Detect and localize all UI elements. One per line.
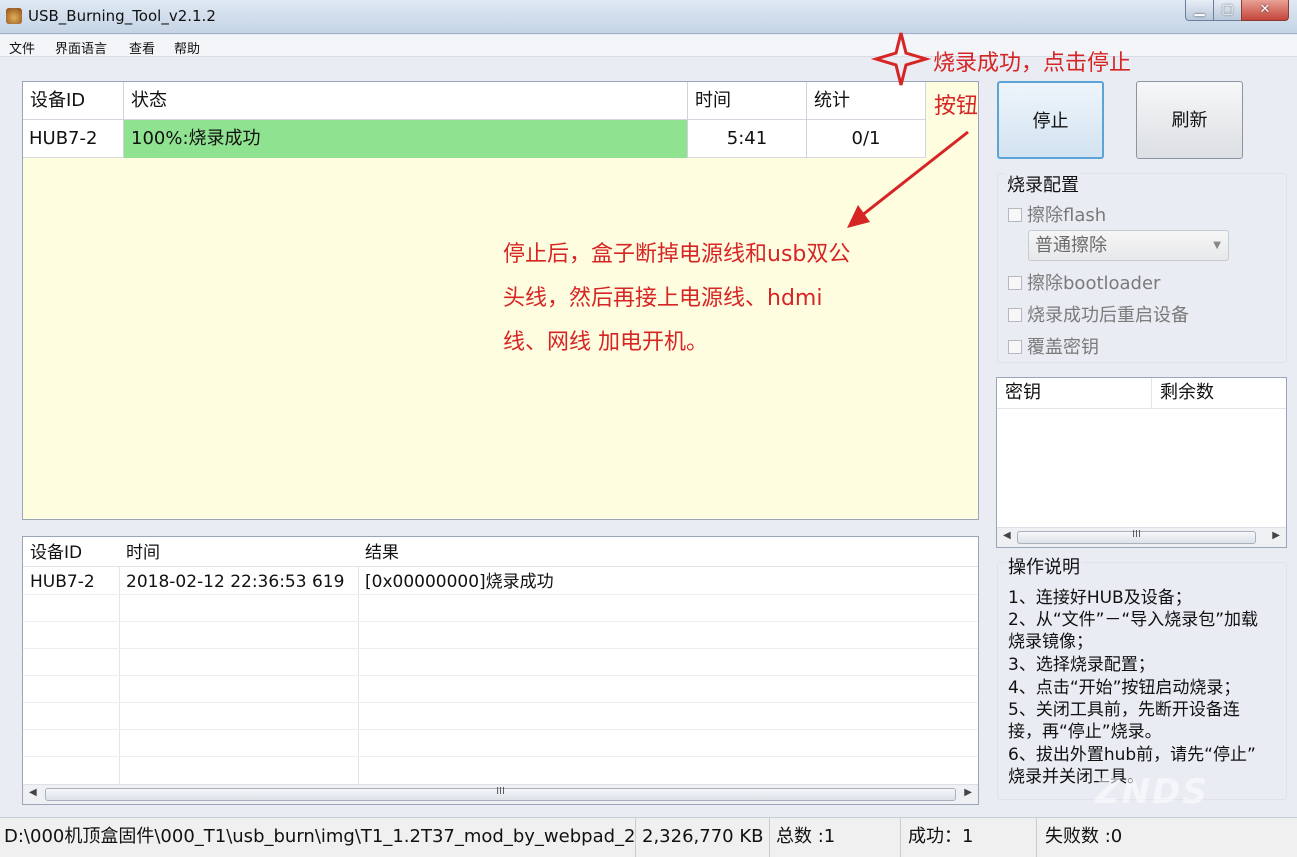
annotation-top: 烧录成功，点击停止 (933, 51, 1132, 76)
annotation-body: 线、网线 加电开机。 (503, 330, 708, 355)
device-grid[interactable]: 设备ID 状态 时间 统计 HUB7-2 100%:烧录成功 5:41 0/1 (22, 81, 979, 520)
status-total: 总数 :1 (770, 818, 901, 857)
overwrite-key-checkbox[interactable]: 覆盖密钥 (1008, 333, 1099, 359)
scroll-thumb[interactable]: III (1017, 529, 1256, 544)
header-device-id[interactable]: 设备ID (23, 82, 124, 120)
stop-button[interactable]: 停止 (997, 81, 1104, 159)
erase-mode-select[interactable]: 普通擦除 ▼ (1028, 230, 1229, 261)
log-time-cell: 2018-02-12 22:36:53 619 (126, 572, 345, 592)
scroll-right-icon[interactable]: ▶ (1272, 530, 1280, 541)
watermark-logo: ZNDS (1095, 772, 1209, 812)
device-id-cell: HUB7-2 (23, 120, 124, 158)
device-row[interactable]: HUB7-2 100%:烧录成功 5:41 0/1 (23, 120, 926, 158)
grip-icon: III (496, 786, 505, 797)
chevron-down-icon: ▼ (1213, 240, 1221, 251)
annotation-top-2: 按钮 (934, 94, 979, 119)
status-path: D:\000机顶盒固件\000_T1\usb_burn\img\T1_1.2T3… (0, 818, 636, 857)
menu-view[interactable]: 查看 (129, 38, 155, 57)
annotation-body: 头线，然后再接上电源线、hdmi (503, 286, 823, 311)
reboot-after-label: 烧录成功后重启设备 (1027, 305, 1189, 326)
erase-flash-label: 擦除flash (1027, 205, 1107, 226)
instruction-line: 烧录镜像； (1008, 632, 1093, 652)
log-device-id-cell: HUB7-2 (30, 572, 95, 592)
key-list-scrollbar[interactable]: ◀ III ▶ (997, 527, 1286, 547)
menu-file[interactable]: 文件 (9, 38, 35, 57)
status-failed: 失败数 :0 (1045, 826, 1123, 847)
grip-icon: III (1132, 529, 1141, 540)
log-scrollbar[interactable]: ◀ III ▶ (23, 784, 978, 804)
key-list[interactable]: 密钥 剩余数 ◀ III ▶ (996, 377, 1287, 548)
window-title: USB_Burning_Tool_v2.1.2 (28, 7, 216, 25)
scroll-left-icon[interactable]: ◀ (1003, 530, 1011, 541)
reboot-after-checkbox[interactable]: 烧录成功后重启设备 (1008, 301, 1189, 327)
refresh-button[interactable]: 刷新 (1136, 81, 1243, 159)
log-header-time[interactable]: 时间 (119, 537, 160, 567)
row-divider (23, 621, 978, 622)
close-icon: ✕ (1259, 2, 1271, 17)
header-count[interactable]: 统计 (807, 82, 926, 120)
key-list-divider (997, 408, 1286, 409)
row-divider (23, 756, 978, 757)
status-size: 2,326,770 KB (636, 818, 770, 857)
checkbox-icon (1008, 208, 1022, 222)
app-icon (6, 8, 22, 24)
close-button[interactable]: ✕ (1241, 0, 1289, 21)
scroll-left-icon[interactable]: ◀ (29, 787, 37, 798)
status-bar: D:\000机顶盒固件\000_T1\usb_burn\img\T1_1.2T3… (0, 817, 1297, 857)
row-divider (23, 648, 978, 649)
minimize-icon: ▁ (1194, 2, 1205, 17)
count-cell: 0/1 (807, 120, 926, 158)
erase-mode-value: 普通擦除 (1035, 235, 1107, 256)
title-bar: USB_Burning_Tool_v2.1.2 ▁ ▢ ✕ (0, 0, 1297, 34)
header-status[interactable]: 状态 (124, 82, 688, 120)
instruction-line: 3、选择烧录配置； (1008, 655, 1155, 675)
row-divider (23, 729, 978, 730)
header-time[interactable]: 时间 (688, 82, 807, 120)
maximize-button[interactable]: ▢ (1213, 0, 1242, 21)
menu-help[interactable]: 帮助 (174, 38, 200, 57)
row-divider (23, 675, 978, 676)
header-remaining[interactable]: 剩余数 (1151, 378, 1214, 408)
overwrite-key-label: 覆盖密钥 (1027, 337, 1099, 358)
erase-bootloader-checkbox[interactable]: 擦除bootloader (1008, 269, 1160, 295)
log-grid-header: 设备ID 时间 结果 (23, 537, 978, 567)
status-cell: 100%:烧录成功 (124, 120, 688, 158)
header-key[interactable]: 密钥 (997, 378, 1041, 408)
instructions-title: 操作说明 (1006, 553, 1082, 579)
annotation-body: 停止后，盒子断掉电源线和usb双公 (503, 242, 851, 267)
erase-flash-checkbox[interactable]: 擦除flash (1008, 201, 1106, 227)
log-result-cell: [0x00000000]烧录成功 (365, 572, 554, 592)
checkbox-icon (1008, 340, 1022, 354)
instruction-line: 接，再“停止”烧录。 (1008, 722, 1162, 742)
minimize-button[interactable]: ▁ (1185, 0, 1214, 21)
log-header-device-id[interactable]: 设备ID (23, 537, 82, 567)
log-grid[interactable]: 设备ID 时间 结果 HUB7-2 2018-02-12 22:36:53 61… (22, 536, 979, 805)
log-header-result[interactable]: 结果 (358, 537, 399, 567)
checkbox-icon (1008, 276, 1022, 290)
status-success: 成功：1 (901, 818, 1037, 857)
device-grid-header: 设备ID 状态 时间 统计 (23, 82, 926, 120)
config-title: 烧录配置 (1005, 171, 1081, 197)
checkbox-icon (1008, 308, 1022, 322)
time-cell: 5:41 (688, 120, 807, 158)
column-divider (119, 567, 120, 785)
scroll-right-icon[interactable]: ▶ (964, 787, 972, 798)
window-controls: ▁ ▢ ✕ (1185, 0, 1289, 22)
menu-language[interactable]: 界面语言 (55, 38, 107, 57)
row-divider (23, 702, 978, 703)
scroll-thumb[interactable]: III (45, 786, 956, 801)
column-divider (358, 567, 359, 785)
maximize-icon: ▢ (1221, 2, 1234, 17)
erase-bootloader-label: 擦除bootloader (1027, 273, 1161, 294)
